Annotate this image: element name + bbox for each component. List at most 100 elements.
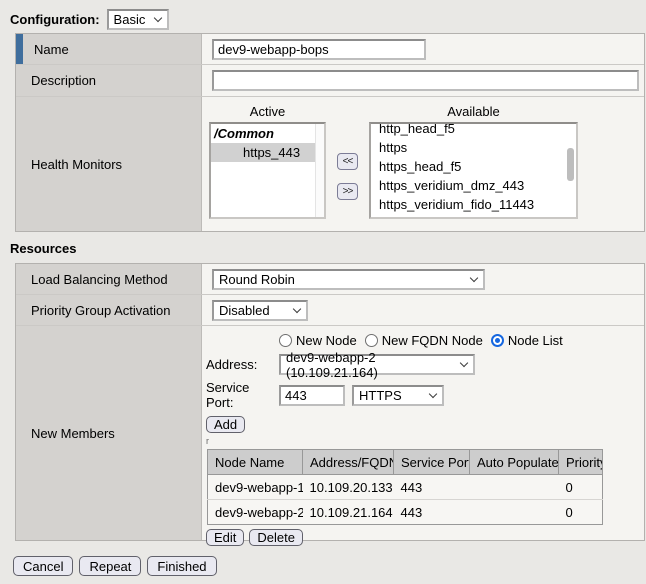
list-item[interactable]: https_head_f5 <box>371 157 576 176</box>
active-list-scrollbar[interactable] <box>315 124 324 217</box>
new-members-table: Node Name Address/FQDN Service Port Auto… <box>207 449 603 525</box>
list-item[interactable]: https <box>371 138 576 157</box>
available-list-scrollbar-thumb[interactable] <box>567 148 574 181</box>
add-button[interactable]: Add <box>206 416 245 433</box>
load-balancing-label: Load Balancing Method <box>31 272 168 287</box>
priority-group-label: Priority Group Activation <box>31 303 170 318</box>
resources-table: Load Balancing Method Round Robin Priori… <box>15 263 645 541</box>
address-label: Address: <box>206 357 279 372</box>
general-properties-table: Name Description Health Monitors Active … <box>15 33 645 232</box>
configuration-select-value: Basic <box>114 12 146 27</box>
list-item[interactable]: https_veridium_dmz_443 <box>371 176 576 195</box>
chevron-down-icon <box>429 389 437 397</box>
stray-artifact-text: r <box>206 437 644 447</box>
description-input[interactable] <box>212 70 639 91</box>
service-port-label: Service Port: <box>206 380 279 410</box>
description-field-cell <box>202 65 644 96</box>
name-field-cell <box>202 34 644 64</box>
list-item[interactable]: https_veridium_fido_11443 <box>371 195 576 214</box>
active-list-header: Active <box>209 104 326 122</box>
configuration-select[interactable]: Basic <box>107 9 169 30</box>
radio-new-node-label: New Node <box>296 333 357 348</box>
list-item-common-partition[interactable]: /Common <box>211 124 324 143</box>
col-header-auto-populate: Auto Populate <box>470 450 559 475</box>
radio-node-list-label: Node List <box>508 333 563 348</box>
radio-new-node[interactable] <box>279 334 292 347</box>
priority-group-label-cell: Priority Group Activation <box>16 295 202 325</box>
chevron-down-icon <box>460 359 468 367</box>
load-balancing-row: Load Balancing Method Round Robin <box>16 264 644 295</box>
cell-priority: 0 <box>559 500 603 525</box>
description-label: Description <box>31 73 96 88</box>
health-monitors-row: Health Monitors Active Available /Common… <box>16 97 644 231</box>
cell-auto-populate <box>470 500 559 525</box>
configuration-bar: Configuration: Basic <box>10 9 646 29</box>
description-label-cell: Description <box>16 65 202 96</box>
repeat-button[interactable]: Repeat <box>79 556 141 576</box>
load-balancing-select-value: Round Robin <box>219 272 295 287</box>
priority-group-field-cell: Disabled <box>202 295 644 325</box>
priority-group-select-value: Disabled <box>219 303 270 318</box>
new-members-table-header-row: Node Name Address/FQDN Service Port Auto… <box>208 450 603 475</box>
finished-button[interactable]: Finished <box>147 556 216 576</box>
cell-auto-populate <box>470 475 559 500</box>
table-row[interactable]: dev9-webapp-2 10.109.21.164 443 0 <box>208 500 603 525</box>
name-row: Name <box>16 34 644 65</box>
required-indicator <box>16 34 23 64</box>
load-balancing-field-cell: Round Robin <box>202 264 644 294</box>
radio-new-fqdn-node[interactable] <box>365 334 378 347</box>
cell-address: 10.109.20.133 <box>303 475 394 500</box>
move-to-active-button[interactable]: << <box>337 153 358 170</box>
col-header-node-name: Node Name <box>208 450 303 475</box>
available-monitors-listbox[interactable]: http_head_f5 https https_head_f5 https_v… <box>369 122 578 219</box>
service-select[interactable]: HTTPS <box>352 385 444 406</box>
description-row: Description <box>16 65 644 97</box>
address-select[interactable]: dev9-webapp-2 (10.109.21.164) <box>279 354 475 375</box>
chevron-down-icon <box>293 304 301 312</box>
list-item[interactable]: https_veridium_idp_9044 <box>371 214 576 219</box>
list-item[interactable]: http_head_f5 <box>371 122 576 138</box>
edit-button[interactable]: Edit <box>206 529 244 546</box>
cell-node-name: dev9-webapp-1 <box>208 475 303 500</box>
health-monitors-field-cell: Active Available /Common https_443 << >> <box>202 97 644 231</box>
load-balancing-select[interactable]: Round Robin <box>212 269 485 290</box>
service-port-input[interactable] <box>279 385 345 406</box>
health-monitors-label-cell: Health Monitors <box>16 97 202 231</box>
health-monitors-label: Health Monitors <box>31 157 122 172</box>
col-header-service-port: Service Port <box>394 450 470 475</box>
node-type-radio-group: New Node New FQDN Node Node List <box>279 333 644 348</box>
new-members-field-cell: New Node New FQDN Node Node List Address… <box>202 326 644 540</box>
priority-group-row: Priority Group Activation Disabled <box>16 295 644 326</box>
cell-address: 10.109.21.164 <box>303 500 394 525</box>
col-header-priority: Priority <box>559 450 603 475</box>
table-row[interactable]: dev9-webapp-1 10.109.20.133 443 0 <box>208 475 603 500</box>
move-to-available-button[interactable]: >> <box>337 183 358 200</box>
name-label: Name <box>34 42 69 57</box>
delete-button[interactable]: Delete <box>249 529 303 546</box>
new-members-label-cell: New Members <box>16 326 202 540</box>
new-members-label: New Members <box>31 426 115 441</box>
footer-button-bar: Cancel Repeat Finished <box>13 556 646 576</box>
cell-priority: 0 <box>559 475 603 500</box>
cell-node-name: dev9-webapp-2 <box>208 500 303 525</box>
chevron-down-icon <box>153 13 161 21</box>
configuration-label: Configuration: <box>10 12 100 27</box>
radio-node-list[interactable] <box>491 334 504 347</box>
new-members-row: New Members New Node New FQDN Node Node … <box>16 326 644 540</box>
chevron-down-icon <box>470 273 478 281</box>
list-item-https-443-selected[interactable]: https_443 <box>211 143 315 162</box>
address-select-value: dev9-webapp-2 (10.109.21.164) <box>286 350 455 380</box>
service-select-value: HTTPS <box>359 388 402 403</box>
name-label-cell: Name <box>16 34 202 64</box>
priority-group-select[interactable]: Disabled <box>212 300 308 321</box>
cell-service-port: 443 <box>394 475 470 500</box>
name-input[interactable] <box>212 39 426 60</box>
active-monitors-listbox[interactable]: /Common https_443 <box>209 122 326 219</box>
cell-service-port: 443 <box>394 500 470 525</box>
resources-section-title: Resources <box>10 241 646 257</box>
radio-new-fqdn-node-label: New FQDN Node <box>382 333 483 348</box>
available-list-header: Available <box>369 104 578 122</box>
col-header-address-fqdn: Address/FQDN <box>303 450 394 475</box>
load-balancing-label-cell: Load Balancing Method <box>16 264 202 294</box>
cancel-button[interactable]: Cancel <box>13 556 73 576</box>
